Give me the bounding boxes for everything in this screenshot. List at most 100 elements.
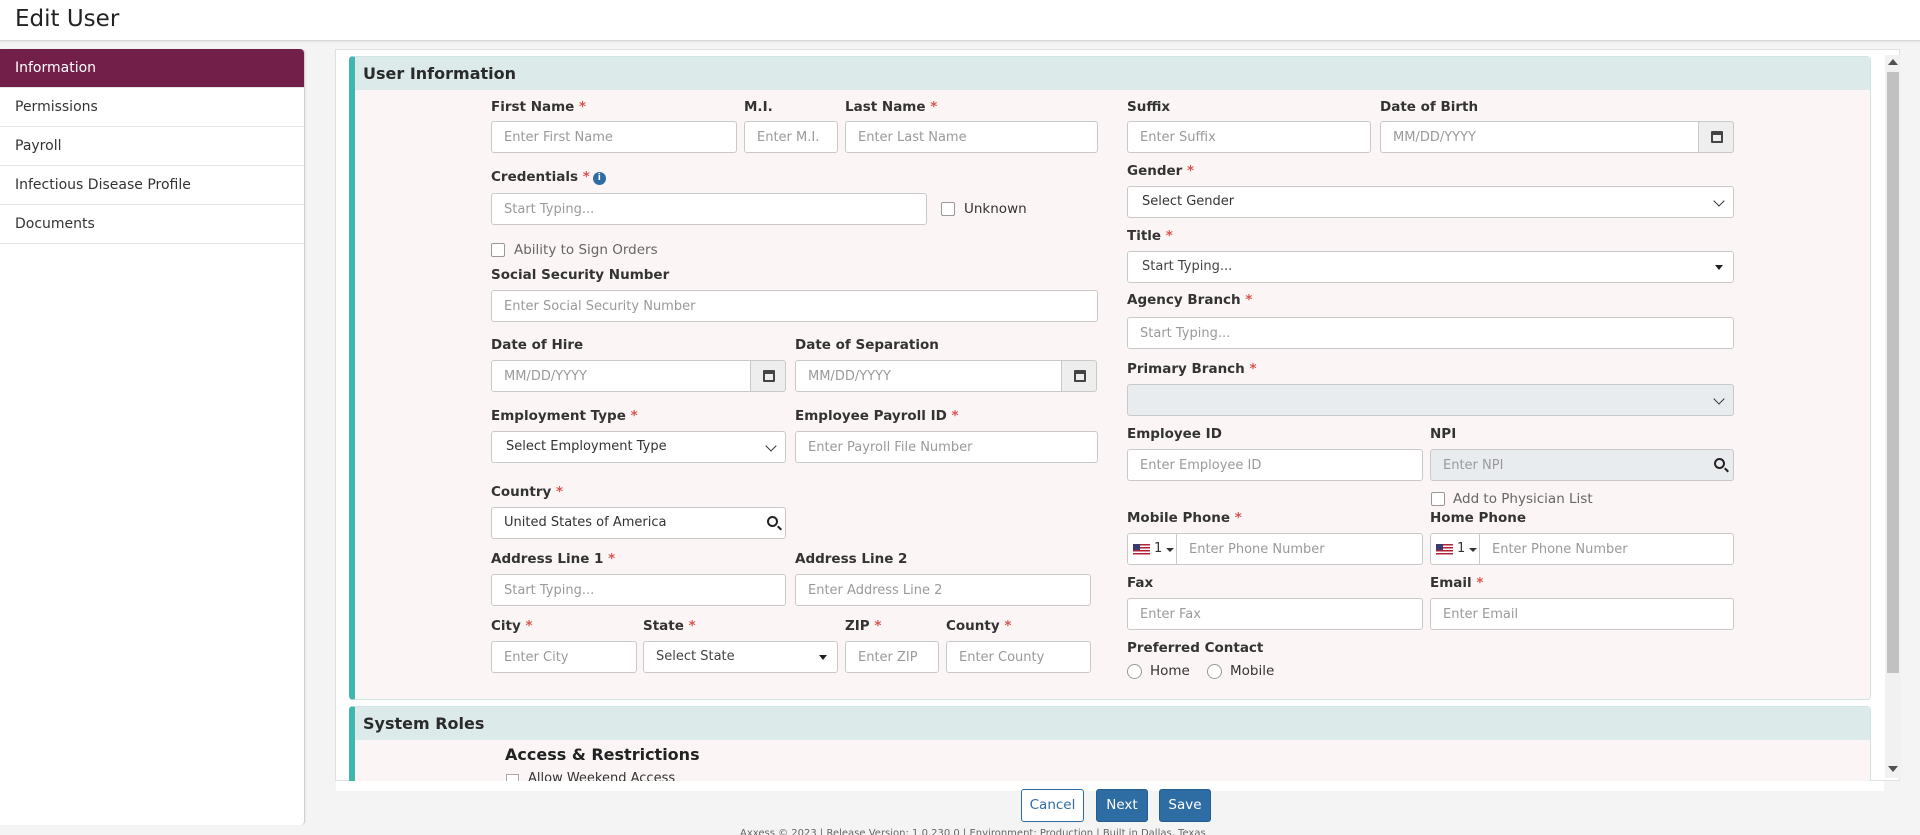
agency-branch-input[interactable]: [1127, 317, 1734, 349]
mobile-phone-input[interactable]: [1176, 533, 1423, 565]
fax-input[interactable]: [1127, 598, 1423, 630]
unknown-label: Unknown: [964, 201, 1027, 217]
dob-input[interactable]: [1380, 121, 1700, 153]
employee-id-input[interactable]: [1127, 449, 1423, 481]
date-hire-input[interactable]: [491, 360, 752, 392]
zip-label: ZIP *: [845, 618, 882, 634]
search-icon[interactable]: [767, 516, 778, 527]
date-hire-calendar-button[interactable]: [750, 360, 786, 392]
npi-input[interactable]: [1430, 449, 1734, 481]
chevron-down-icon: [1713, 195, 1725, 207]
date-separation-input[interactable]: [795, 360, 1062, 392]
mobile-country-code: 1: [1154, 541, 1163, 556]
calendar-icon: [1074, 370, 1086, 382]
sidebar: Information Permissions Payroll Infectio…: [0, 49, 305, 825]
city-input[interactable]: [491, 641, 637, 673]
gender-select[interactable]: Select Gender: [1127, 186, 1734, 218]
payroll-id-input[interactable]: [795, 431, 1098, 463]
fax-label: Fax: [1127, 575, 1154, 591]
last-name-label: Last Name *: [845, 99, 938, 115]
agency-branch-label: Agency Branch *: [1127, 292, 1253, 308]
last-name-input[interactable]: [845, 121, 1098, 153]
mi-input[interactable]: [744, 121, 838, 153]
date-separation-calendar-button[interactable]: [1061, 360, 1097, 392]
county-input[interactable]: [946, 641, 1091, 673]
date-separation-label: Date of Separation: [795, 337, 939, 353]
caret-down-icon: [1166, 548, 1174, 552]
employment-type-select[interactable]: Select Employment Type: [491, 431, 786, 463]
chevron-down-icon: [1713, 393, 1725, 405]
mi-label: M.I.: [744, 99, 773, 115]
caret-down-icon: [1469, 548, 1477, 552]
mobile-phone-label: Mobile Phone *: [1127, 510, 1242, 526]
user-information-title: User Information: [355, 57, 1870, 90]
top-bar: Edit User: [0, 0, 1920, 41]
title-select[interactable]: Start Typing...: [1127, 251, 1734, 283]
primary-branch-select[interactable]: [1127, 384, 1734, 416]
sidebar-item-documents[interactable]: Documents: [0, 205, 304, 244]
address2-input[interactable]: [795, 574, 1091, 606]
mobile-country-code-select[interactable]: 1: [1127, 533, 1177, 565]
preferred-contact-home-radio[interactable]: [1127, 664, 1142, 679]
email-input[interactable]: [1430, 598, 1734, 630]
footer-text: Axxess © 2023 | Release Version: 1.0.230…: [740, 828, 1206, 835]
calendar-icon: [763, 370, 775, 382]
sidebar-item-payroll[interactable]: Payroll: [0, 127, 304, 166]
ability-sign-checkbox[interactable]: [491, 243, 505, 257]
content-scrollbar[interactable]: [1885, 55, 1901, 778]
country-label: Country *: [491, 484, 564, 500]
unknown-checkbox[interactable]: [941, 202, 955, 216]
home-country-code: 1: [1457, 541, 1466, 556]
primary-branch-label: Primary Branch *: [1127, 361, 1257, 377]
address1-input[interactable]: [491, 574, 786, 606]
title-label: Title *: [1127, 228, 1173, 244]
first-name-label: First Name *: [491, 99, 587, 115]
chevron-down-icon: [765, 440, 777, 452]
add-physician-checkbox[interactable]: [1431, 492, 1445, 506]
gender-label: Gender *: [1127, 163, 1195, 179]
address2-label: Address Line 2: [795, 551, 908, 567]
employee-id-label: Employee ID: [1127, 426, 1222, 442]
cancel-button[interactable]: Cancel: [1021, 789, 1084, 822]
next-button[interactable]: Next: [1096, 789, 1148, 822]
state-value: Select State: [656, 649, 735, 664]
weekend-access-label: Allow Weekend Access: [528, 771, 676, 781]
info-icon[interactable]: i: [592, 172, 606, 185]
home-phone-input[interactable]: [1479, 533, 1734, 565]
first-name-input[interactable]: [491, 121, 737, 153]
calendar-icon: [1711, 131, 1723, 143]
search-icon[interactable]: [1714, 458, 1725, 469]
address1-label: Address Line 1 *: [491, 551, 616, 567]
email-label: Email *: [1430, 575, 1484, 591]
state-select[interactable]: Select State: [643, 641, 838, 673]
preferred-contact-home-label: Home: [1150, 663, 1190, 679]
preferred-contact-label: Preferred Contact: [1127, 640, 1264, 656]
ssn-input[interactable]: [491, 290, 1098, 322]
caret-down-icon: [1715, 265, 1723, 270]
us-flag-icon: [1436, 544, 1453, 555]
scrollbar-thumb[interactable]: [1887, 72, 1899, 673]
page-title: Edit User: [15, 6, 120, 32]
suffix-label: Suffix: [1127, 99, 1171, 115]
employment-type-value: Select Employment Type: [506, 439, 667, 454]
access-restrictions-title: Access & Restrictions: [505, 745, 700, 764]
scroll-up-arrow-icon[interactable]: [1888, 59, 1898, 65]
payroll-id-label: Employee Payroll ID *: [795, 408, 959, 424]
date-hire-label: Date of Hire: [491, 337, 584, 353]
sidebar-item-infectious-disease-profile[interactable]: Infectious Disease Profile: [0, 166, 304, 205]
credentials-input[interactable]: [491, 193, 927, 225]
preferred-contact-mobile-radio[interactable]: [1207, 664, 1222, 679]
employment-type-label: Employment Type *: [491, 408, 638, 424]
npi-label: NPI: [1430, 426, 1457, 442]
suffix-input[interactable]: [1127, 121, 1371, 153]
sidebar-item-permissions[interactable]: Permissions: [0, 88, 304, 127]
zip-input[interactable]: [845, 641, 939, 673]
country-select[interactable]: United States of America: [491, 507, 786, 539]
system-roles-title: System Roles: [355, 707, 1870, 740]
gender-value: Select Gender: [1142, 194, 1235, 209]
save-button[interactable]: Save: [1159, 789, 1211, 822]
sidebar-item-information[interactable]: Information: [0, 49, 304, 88]
scroll-down-arrow-icon[interactable]: [1888, 766, 1898, 772]
dob-calendar-button[interactable]: [1698, 121, 1734, 153]
home-country-code-select[interactable]: 1: [1430, 533, 1480, 565]
